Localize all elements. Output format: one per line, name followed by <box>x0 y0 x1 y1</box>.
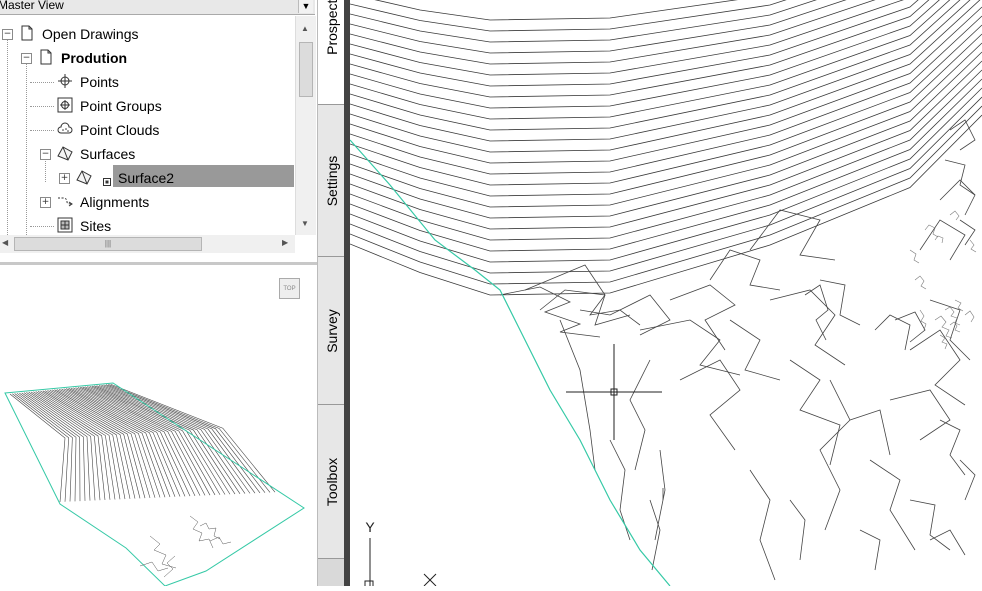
drawings-icon <box>21 25 33 41</box>
contour-line <box>350 78 982 252</box>
collapse-icon[interactable]: − <box>21 53 32 64</box>
view-selector-dropdown[interactable]: Master View ▼ <box>0 0 315 15</box>
tab-prospector[interactable]: Prospector <box>318 0 345 105</box>
view-selector-label: Master View <box>0 0 64 12</box>
contour-line <box>350 33 982 197</box>
tree-item-alignments[interactable]: + Alignments <box>0 190 295 214</box>
points-icon <box>58 74 72 88</box>
item-preview <box>0 266 317 587</box>
tab-label: Survey <box>323 308 340 353</box>
ucs-y-label: Y <box>365 519 375 535</box>
tree-item-label: Surface2 <box>118 170 175 186</box>
expand-icon[interactable]: + <box>59 173 70 184</box>
collapse-icon[interactable]: − <box>2 29 13 40</box>
toolspace-tabs: Prospector Settings Survey Toolbox <box>317 0 345 586</box>
contour-line <box>350 42 982 208</box>
toolspace-panel: Master View ▼ − Open Drawings − Produtio… <box>0 0 317 587</box>
preview-contour-line <box>14 393 73 502</box>
preview-contour-line <box>12 393 69 502</box>
ucs-x-label: X <box>442 583 443 585</box>
tree-item-surfaces[interactable]: − Surfaces <box>0 142 295 166</box>
preview-contour-line <box>63 388 176 497</box>
tree-item-label: Alignments <box>80 194 150 210</box>
contour-line <box>350 0 904 76</box>
scrollbar-thumb[interactable] <box>299 42 313 97</box>
contour-line <box>350 24 982 186</box>
preview-contour-line <box>68 388 186 497</box>
tree-item-label: Sites <box>80 218 112 234</box>
prospector-tree: − Open Drawings − Prodution Points Point… <box>0 16 295 235</box>
tree-item-point-clouds[interactable]: Point Clouds <box>0 118 295 142</box>
scroll-right-icon[interactable]: ▶ <box>282 238 288 247</box>
surfaces-icon <box>57 146 73 161</box>
preview-contour-line <box>89 385 231 495</box>
tree-item-sites[interactable]: Sites <box>0 214 295 235</box>
tree-item-label: Point Clouds <box>80 122 160 138</box>
scroll-down-icon[interactable]: ▼ <box>301 219 309 228</box>
point-groups-icon <box>57 97 73 113</box>
contour-line <box>350 0 847 54</box>
tree-item-open-drawings[interactable]: − Open Drawings <box>0 22 295 46</box>
contour-line <box>350 60 982 230</box>
tab-toolbox[interactable]: Toolbox <box>318 405 345 559</box>
contour-line <box>374 0 739 21</box>
contour-line <box>350 87 982 263</box>
tree-item-label: Points <box>80 74 119 90</box>
tree-item-surface2[interactable]: + Surface2 <box>0 166 295 190</box>
drawing-canvas[interactable]: Y X <box>350 0 982 586</box>
horizontal-scrollbar[interactable]: ◀ ||| ▶ <box>0 235 295 253</box>
drawing-icon <box>40 49 52 65</box>
tab-label: Settings <box>323 155 340 206</box>
tree-item-label: Open Drawings <box>42 26 139 42</box>
tree-item-label: Surfaces <box>80 146 136 162</box>
contour-drawing: Y X <box>350 0 982 586</box>
chevron-down-icon[interactable]: ▼ <box>298 0 313 13</box>
tree-item-points[interactable]: Points <box>0 70 295 94</box>
scroll-up-icon[interactable]: ▲ <box>301 24 309 33</box>
style-marker-icon <box>103 178 111 186</box>
dense-contour-cluster <box>909 210 977 350</box>
view-top-button[interactable]: TOP <box>279 278 300 299</box>
surface-icon <box>76 170 92 185</box>
tree-item-point-groups[interactable]: Point Groups <box>0 94 295 118</box>
scroll-left-icon[interactable]: ◀ <box>2 238 8 247</box>
preview-contour-line <box>75 387 201 496</box>
point-clouds-icon <box>57 122 73 134</box>
collapse-icon[interactable]: − <box>40 149 51 160</box>
panel-splitter[interactable] <box>0 262 317 265</box>
expand-icon[interactable]: + <box>40 197 51 208</box>
contour-line <box>350 0 787 32</box>
contour-detail <box>499 119 976 581</box>
surface-preview-image <box>4 382 305 587</box>
preview-contour-line <box>9 393 66 503</box>
sites-icon <box>57 217 73 233</box>
ucs-icon <box>364 538 437 586</box>
scrollbar-thumb[interactable]: ||| <box>14 237 202 251</box>
contour-line <box>350 0 981 153</box>
contour-line <box>350 51 982 219</box>
crosshair-cursor <box>566 344 662 440</box>
alignments-icon <box>58 197 73 207</box>
tab-survey[interactable]: Survey <box>318 257 345 405</box>
preview-contour-line <box>77 387 206 496</box>
contour-line <box>350 0 919 87</box>
tree-item-prodution[interactable]: − Prodution <box>0 46 295 70</box>
tab-label: Prospector <box>323 0 340 55</box>
preview-contour-line <box>54 389 156 498</box>
vertical-scrollbar[interactable]: ▲ ▼ <box>295 16 316 235</box>
tab-label: Toolbox <box>323 457 340 506</box>
tree-item-label: Point Groups <box>80 98 162 114</box>
tab-settings[interactable]: Settings <box>318 105 345 257</box>
tree-item-label: Prodution <box>61 50 128 66</box>
